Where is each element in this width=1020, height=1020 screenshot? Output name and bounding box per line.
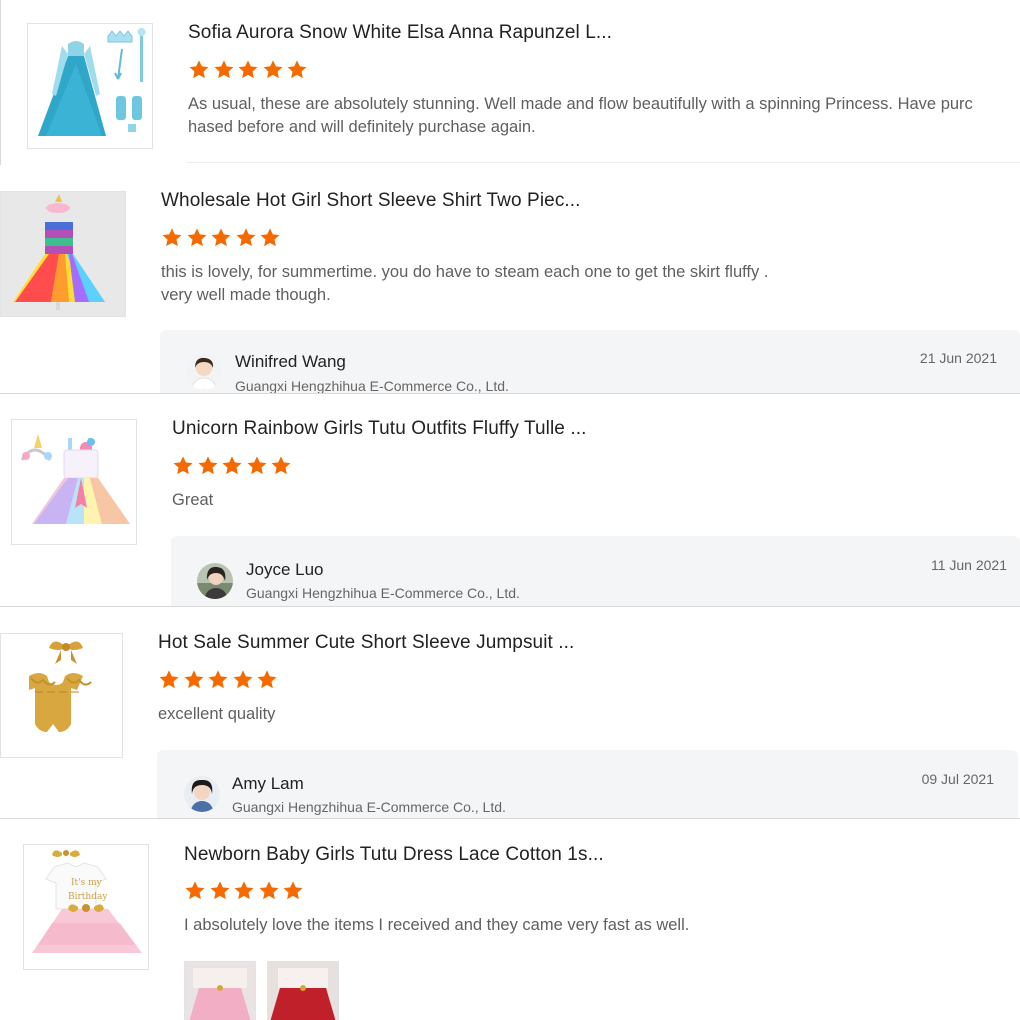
- star-rating: [172, 455, 295, 479]
- star-icon: [158, 669, 180, 691]
- product-thumbnail[interactable]: [0, 191, 126, 317]
- star-icon: [270, 455, 292, 477]
- star-icon: [161, 227, 183, 249]
- pink-tutu-photo-icon: [185, 962, 255, 1020]
- product-title[interactable]: Newborn Baby Girls Tutu Dress Lace Cotto…: [184, 844, 604, 866]
- unicorn-tutu-dress-icon: [12, 420, 136, 544]
- replier-name: Amy Lam: [232, 774, 304, 793]
- star-icon: [286, 59, 308, 81]
- rainbow-tutu-dress-icon: [1, 192, 125, 316]
- review-text-line: excellent quality: [158, 705, 276, 723]
- svg-text:It's my: It's my: [71, 878, 103, 888]
- reply-date: 09 Jul 2021: [921, 771, 994, 787]
- svg-text:Birthday: Birthday: [68, 892, 108, 902]
- avatar: [186, 354, 222, 390]
- separator: [187, 162, 1020, 163]
- star-icon: [235, 227, 257, 249]
- birthday-tutu-dress-icon: It's my Birthday: [24, 845, 148, 969]
- star-icon: [246, 455, 268, 477]
- replier-company: Guangxi Hengzhihua E-Commerce Co., Ltd.: [235, 378, 509, 393]
- star-icon: [183, 669, 205, 691]
- seller-reply: Joyce Luo Guangxi Hengzhihua E-Commerce …: [171, 536, 1020, 606]
- star-icon: [259, 227, 281, 249]
- review-photo[interactable]: [184, 961, 256, 1020]
- replier-company: Guangxi Hengzhihua E-Commerce Co., Ltd.: [232, 799, 506, 815]
- review-text-line: As usual, these are absolutely stunning.…: [188, 95, 973, 113]
- star-rating: [161, 227, 284, 251]
- avatar: [184, 776, 220, 812]
- review-text-line: this is lovely, for summertime. you do h…: [161, 263, 769, 281]
- star-rating: [188, 59, 311, 83]
- star-icon: [262, 59, 284, 81]
- star-icon: [213, 59, 235, 81]
- star-rating: [184, 880, 307, 904]
- replier-name: Joyce Luo: [246, 560, 324, 579]
- review-text: Great: [172, 489, 992, 512]
- product-title[interactable]: Hot Sale Summer Cute Short Sleeve Jumpsu…: [158, 632, 574, 654]
- product-title[interactable]: Sofia Aurora Snow White Elsa Anna Rapunz…: [188, 22, 612, 44]
- review-card: Sofia Aurora Snow White Elsa Anna Rapunz…: [0, 0, 1020, 166]
- review-text: excellent quality: [158, 703, 978, 726]
- star-icon: [232, 669, 254, 691]
- review-text-line: I absolutely love the items I received a…: [184, 916, 690, 934]
- star-icon: [256, 669, 278, 691]
- review-photo[interactable]: [267, 961, 339, 1020]
- review-text: I absolutely love the items I received a…: [184, 914, 1004, 937]
- star-icon: [221, 455, 243, 477]
- reply-date: 11 Jun 2021: [930, 557, 1007, 573]
- card-border: [0, 0, 1, 165]
- star-icon: [207, 669, 229, 691]
- review-card: Wholesale Hot Girl Short Sleeve Shirt Tw…: [0, 166, 1020, 393]
- product-title[interactable]: Wholesale Hot Girl Short Sleeve Shirt Tw…: [161, 190, 581, 212]
- product-thumbnail[interactable]: [27, 23, 153, 149]
- review-text-line: hased before and will definitely purchas…: [188, 118, 536, 136]
- product-title[interactable]: Unicorn Rainbow Girls Tutu Outfits Fluff…: [172, 418, 586, 440]
- seller-reply: Winifred Wang Guangxi Hengzhihua E-Comme…: [160, 330, 1020, 393]
- star-icon: [184, 880, 206, 902]
- star-icon: [210, 227, 232, 249]
- star-icon: [186, 227, 208, 249]
- review-text: As usual, these are absolutely stunning.…: [188, 93, 1008, 139]
- star-icon: [237, 59, 259, 81]
- review-text-line: Great: [172, 491, 214, 509]
- review-card: It's my Birthday Newborn Baby Girls Tutu…: [0, 819, 1020, 1020]
- star-rating: [158, 669, 281, 693]
- avatar: [197, 563, 233, 599]
- star-icon: [258, 880, 280, 902]
- review-card: Hot Sale Summer Cute Short Sleeve Jumpsu…: [0, 607, 1020, 818]
- star-icon: [282, 880, 304, 902]
- blue-princess-dress-icon: [28, 24, 152, 148]
- gold-jumpsuit-icon: [1, 634, 122, 757]
- reply-date: 21 Jun 2021: [919, 350, 997, 366]
- product-thumbnail[interactable]: [11, 419, 137, 545]
- review-text: this is lovely, for summertime. you do h…: [161, 261, 981, 307]
- star-icon: [197, 455, 219, 477]
- star-icon: [188, 59, 210, 81]
- star-icon: [209, 880, 231, 902]
- replier-company: Guangxi Hengzhihua E-Commerce Co., Ltd.: [246, 585, 520, 601]
- product-thumbnail[interactable]: [0, 633, 123, 758]
- review-card: Unicorn Rainbow Girls Tutu Outfits Fluff…: [0, 394, 1020, 606]
- product-thumbnail[interactable]: It's my Birthday: [23, 844, 149, 970]
- replier-name: Winifred Wang: [235, 352, 346, 371]
- star-icon: [233, 880, 255, 902]
- star-icon: [172, 455, 194, 477]
- red-tutu-photo-icon: [268, 962, 338, 1020]
- review-text-line: very well made though.: [161, 286, 331, 304]
- seller-reply: Amy Lam Guangxi Hengzhihua E-Commerce Co…: [157, 750, 1018, 818]
